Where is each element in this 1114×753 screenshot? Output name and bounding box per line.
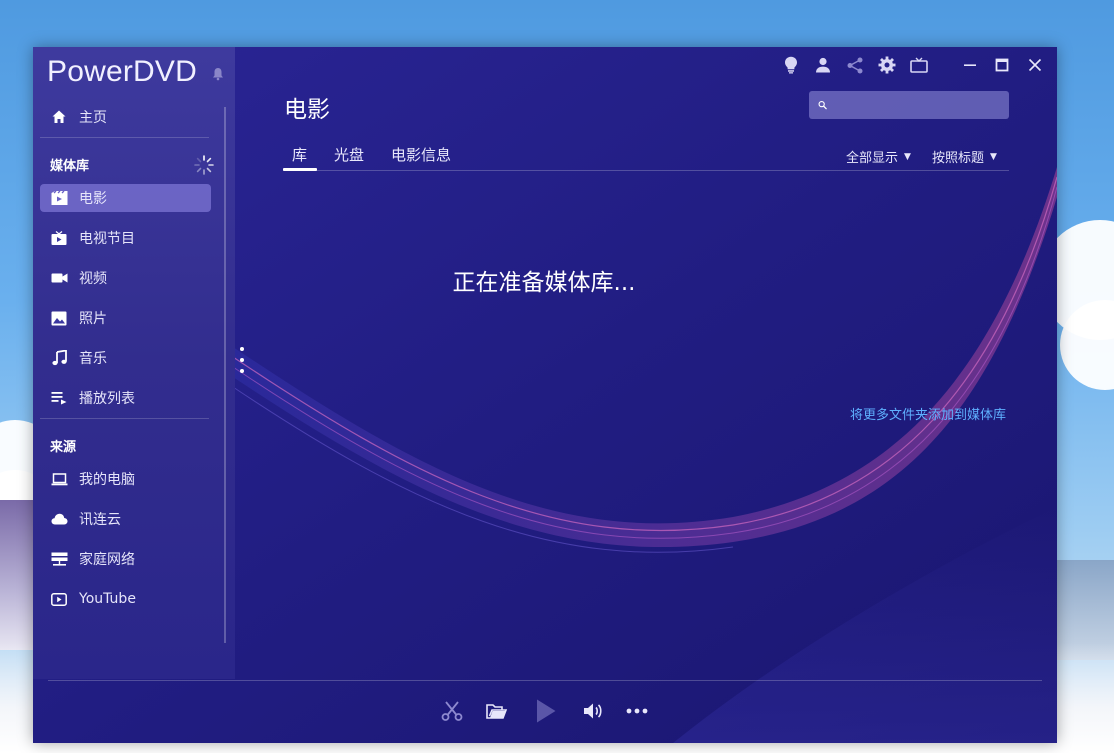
sidebar-item-label: 电视节目	[79, 231, 135, 247]
more-icon[interactable]	[624, 698, 650, 724]
tabs-divider	[283, 170, 1009, 171]
sort-label: 按照标题	[932, 151, 985, 166]
add-folders-link[interactable]: 将更多文件夹添加到媒体库	[850, 404, 1006, 423]
home-icon	[50, 108, 68, 126]
caret-down-icon: ▼	[990, 151, 997, 162]
library-status-message: 正在准备媒体库...	[452, 270, 636, 296]
search-box[interactable]	[809, 91, 1009, 119]
music-note-icon	[50, 349, 68, 367]
volume-icon[interactable]	[580, 698, 606, 724]
sidebar-item-tv-shows[interactable]: 电视节目	[40, 224, 211, 252]
sidebar-item-home-network[interactable]: 家庭网络	[40, 545, 211, 573]
open-folder-icon[interactable]	[484, 698, 510, 724]
maximize-icon[interactable]	[992, 55, 1012, 75]
close-icon[interactable]	[1025, 55, 1045, 75]
lightbulb-icon[interactable]	[781, 55, 801, 75]
sidebar-item-label: 音乐	[79, 351, 107, 367]
search-icon	[818, 101, 827, 110]
active-tab-indicator	[283, 168, 317, 171]
play-icon[interactable]	[533, 698, 559, 724]
tv-icon	[50, 229, 68, 247]
sort-dropdown[interactable]: 按照标题 ▼	[932, 147, 997, 166]
laptop-icon	[50, 470, 68, 488]
bell-icon[interactable]	[211, 67, 225, 81]
sidebar-item-cyberlink-cloud[interactable]: 讯连云	[40, 505, 211, 533]
sidebar-item-label: 照片	[79, 311, 107, 327]
sidebar-item-label: 播放列表	[79, 391, 135, 407]
movie-icon	[50, 189, 68, 207]
tv-mode-icon[interactable]	[909, 55, 929, 75]
user-icon[interactable]	[813, 55, 833, 75]
app-logo: PowerDVD	[47, 55, 197, 88]
library-heading: 媒体库	[50, 159, 90, 174]
tab-disc[interactable]: 光盘	[334, 144, 364, 165]
tab-movie-info[interactable]: 电影信息	[391, 144, 451, 165]
loading-spinner-icon	[194, 155, 214, 175]
sidebar: PowerDVD 主页 媒体库 电影 电视节目 视频 照片 音乐 播放列表 来源…	[33, 47, 235, 679]
status-message-row: 正在准备媒体库...	[33, 263, 1057, 297]
minimize-icon[interactable]	[960, 55, 980, 75]
sidebar-item-youtube[interactable]: YouTube	[40, 585, 211, 613]
display-filter-dropdown[interactable]: 全部显示 ▼	[846, 147, 911, 166]
playlist-icon	[50, 389, 68, 407]
sidebar-item-label: 我的电脑	[79, 472, 135, 488]
youtube-icon	[50, 590, 68, 608]
powerdvd-window: PowerDVD 主页 媒体库 电影 电视节目 视频 照片 音乐 播放列表 来源…	[33, 47, 1057, 743]
gear-icon[interactable]	[877, 55, 897, 75]
sidebar-item-label: 家庭网络	[79, 552, 135, 568]
sidebar-divider	[40, 418, 209, 419]
cloud-icon	[50, 510, 68, 528]
sidebar-resize-handle[interactable]	[239, 347, 245, 373]
page-title: 电影	[284, 97, 330, 123]
sidebar-item-playlists[interactable]: 播放列表	[40, 384, 211, 412]
network-icon	[50, 550, 68, 568]
sidebar-item-my-computer[interactable]: 我的电脑	[40, 465, 211, 493]
sidebar-item-movies[interactable]: 电影	[40, 184, 211, 212]
sidebar-item-label: 电影	[79, 191, 107, 207]
sidebar-scrollbar[interactable]	[224, 107, 226, 643]
player-divider	[48, 680, 1042, 681]
sidebar-item-label: YouTube	[79, 591, 136, 607]
sidebar-item-label: 讯连云	[79, 512, 121, 528]
sidebar-item-label: 主页	[79, 110, 107, 126]
sidebar-item-photos[interactable]: 照片	[40, 304, 211, 332]
caret-down-icon: ▼	[904, 151, 911, 162]
sidebar-divider	[40, 137, 209, 138]
display-filter-label: 全部显示	[846, 151, 899, 166]
sidebar-item-home[interactable]: 主页	[40, 103, 211, 131]
search-input[interactable]	[827, 93, 1009, 117]
photo-icon	[50, 309, 68, 327]
scissors-icon[interactable]	[439, 698, 465, 724]
sources-heading: 来源	[50, 440, 77, 455]
tab-library[interactable]: 库	[292, 144, 307, 165]
sidebar-item-music[interactable]: 音乐	[40, 344, 211, 372]
share-icon[interactable]	[845, 55, 865, 75]
